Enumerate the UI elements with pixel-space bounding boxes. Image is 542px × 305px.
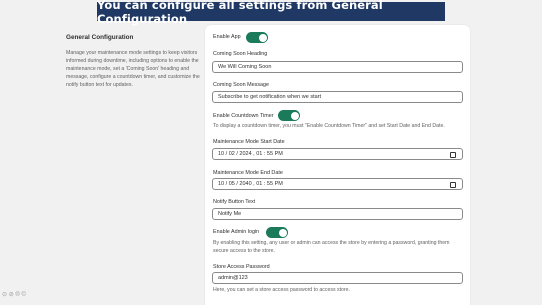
admin-login-toggle[interactable] [266,227,288,238]
license-icons: ⊙ ⊘ ® © [2,292,26,298]
heading-label: Coming Soon Heading [213,51,268,57]
enable-app-label: Enable App [213,34,241,40]
heading-value: We Will Coming Soon [218,64,272,70]
message-value: Subscribe to get notification when we st… [218,94,322,100]
start-date-label: Maintenance Mode Start Date [213,139,285,145]
countdown-help: To display a countdown timer, you must "… [213,123,445,129]
toggle-knob [258,33,267,42]
message-input[interactable]: Subscribe to get notification when we st… [212,91,463,103]
end-date-label: Maintenance Mode End Date [213,170,283,176]
admin-login-label: Enable Admin login [213,229,260,235]
banner-text: You can configure all settings from Gene… [97,0,383,26]
password-label: Store Access Password [213,264,270,270]
top-banner: You can configure all settings from Gene… [97,0,445,26]
settings-card: Enable App Coming Soon Heading We Will C… [205,25,470,305]
section-info: General Configuration Manage your mainte… [66,34,200,89]
enable-app-toggle[interactable] [246,32,268,43]
password-value: admin@123 [218,275,248,281]
password-help: Here, you can set a store access passwor… [213,287,350,293]
admin-login-help: By enabling this setting, any user or ad… [213,240,450,254]
start-date-value: 10 / 02 / 2024 , 01 : 55 PM [218,151,283,157]
heading-input[interactable]: We Will Coming Soon [212,61,463,73]
notify-label: Notify Button Text [213,199,256,205]
message-label: Coming Soon Message [213,82,270,88]
password-input[interactable]: admin@123 [212,272,463,284]
countdown-toggle[interactable] [278,110,300,121]
footer-icons: ⊙ ⊘ ® © [2,291,26,298]
notify-value: Notify Me [218,211,242,217]
toggle-knob [290,111,299,120]
end-date-input[interactable]: 10 / 05 / 2040 , 01 : 55 PM [212,178,463,190]
countdown-label: Enable Countdown Timer [213,113,274,119]
section-description: Manage your maintenance mode settings to… [66,50,200,89]
start-date-input[interactable]: 10 / 02 / 2024 , 01 : 55 PM [212,148,463,160]
end-date-value: 10 / 05 / 2040 , 01 : 55 PM [218,181,283,187]
calendar-icon[interactable] [450,151,456,158]
calendar-icon[interactable] [450,181,456,188]
toggle-knob [278,228,287,237]
notify-input[interactable]: Notify Me [212,208,463,220]
section-title: General Configuration [66,34,134,41]
